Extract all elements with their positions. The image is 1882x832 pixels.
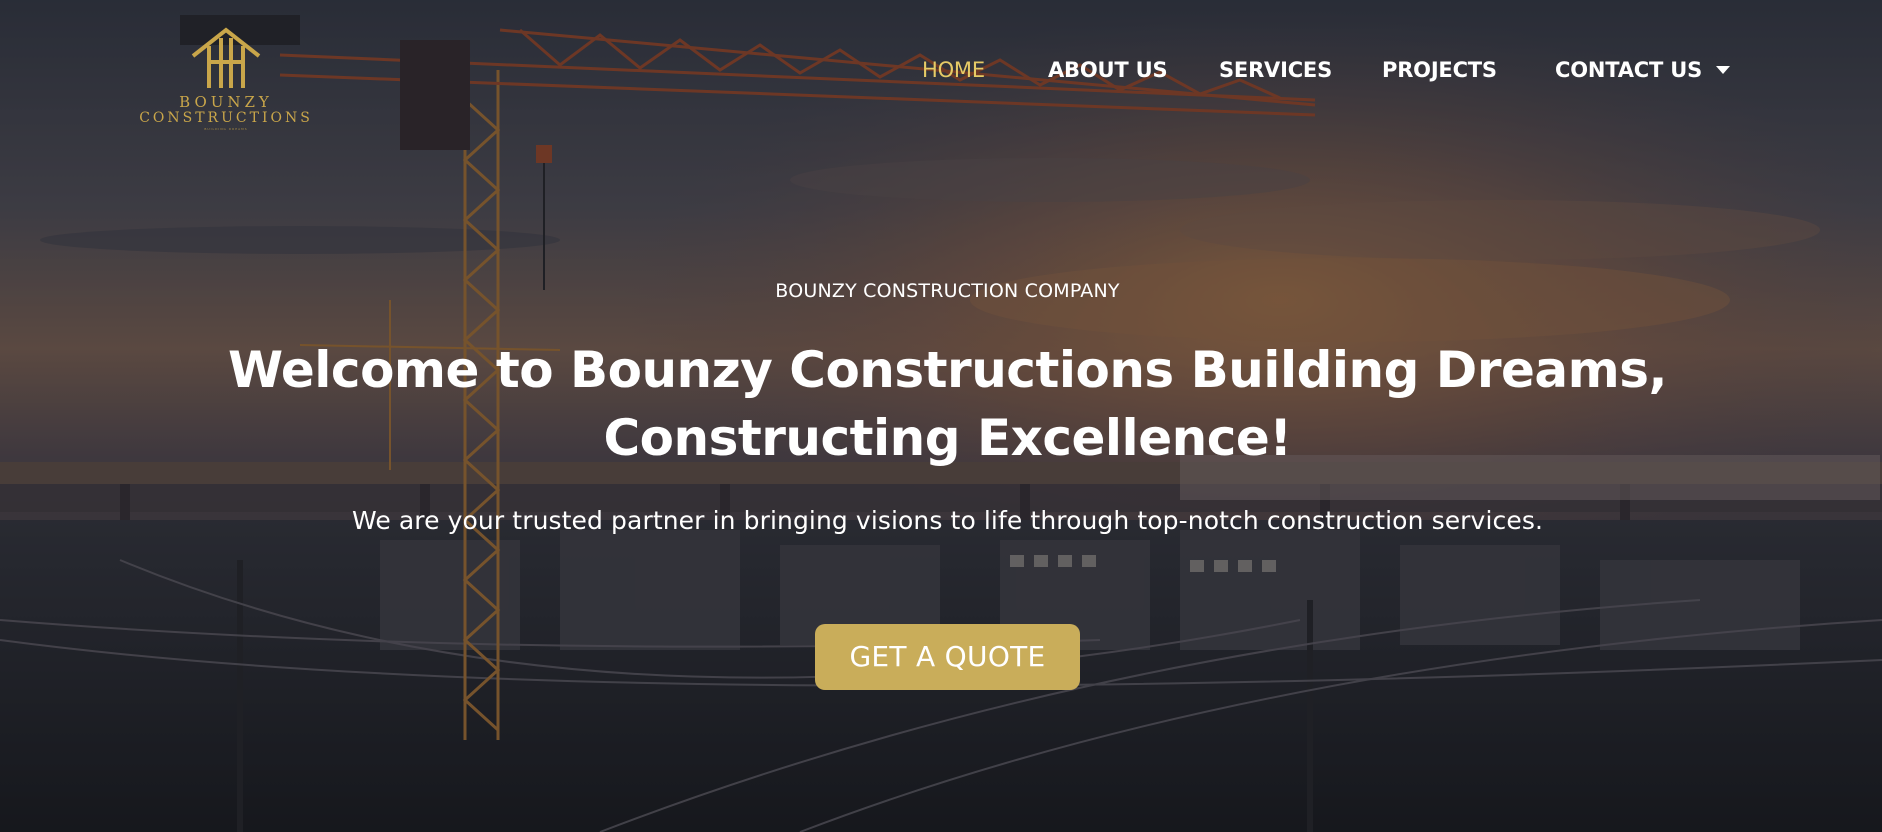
hero-headline-line-1: Welcome to Bounzy Constructions Building…: [228, 341, 1667, 399]
brand-logo[interactable]: BOUNZY CONSTRUCTIONS BUILDING DREAMS: [138, 26, 314, 131]
house-roof-logo-icon: [191, 27, 261, 88]
nav-item-about-us[interactable]: ABOUT US: [1048, 52, 1168, 88]
nav-item-contact-us[interactable]: CONTACT US: [1555, 52, 1731, 88]
hero-headline-line-2: Constructing Excellence!: [603, 409, 1292, 467]
hero-eyebrow: BOUNZY CONSTRUCTION COMPANY: [775, 280, 1120, 302]
brand-tagline: BUILDING DREAMS: [204, 127, 248, 131]
get-a-quote-button[interactable]: GET A QUOTE: [815, 624, 1080, 690]
nav-item-home[interactable]: HOME: [922, 52, 985, 88]
hero-headline: Welcome to Bounzy Constructions Building…: [0, 336, 1882, 472]
nav-item-projects[interactable]: PROJECTS: [1382, 52, 1497, 88]
caret-down-icon[interactable]: [1716, 65, 1731, 74]
hero-subtext: We are your trusted partner in bringing …: [351, 506, 1543, 535]
brand-subtitle: CONSTRUCTIONS: [139, 110, 313, 126]
nav-item-services[interactable]: SERVICES: [1219, 52, 1332, 88]
nav-item-contact-us-label: CONTACT US: [1555, 58, 1703, 82]
brand-name: BOUNZY: [179, 93, 273, 111]
main-navigation: HOME ABOUT US SERVICES PROJECTS CONTACT …: [922, 52, 1882, 88]
